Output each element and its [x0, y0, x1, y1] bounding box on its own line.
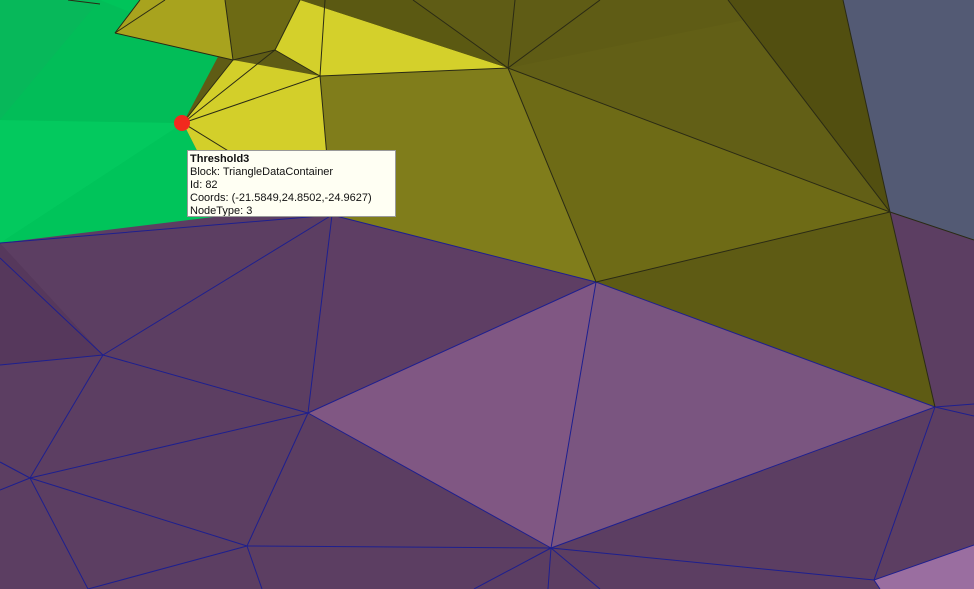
- tooltip-block-value: TriangleDataContainer: [222, 166, 334, 178]
- tooltip-coords-label: Coords: [190, 192, 226, 204]
- render-viewport[interactable]: Threshold3 Block: TriangleDataContainer …: [0, 0, 974, 589]
- tooltip-block-label: Block: [190, 166, 217, 178]
- tooltip-nodetype-label: NodeType: [190, 205, 241, 217]
- tooltip-coords-row: Coords: (-21.5849,24.8502,-24.9627): [190, 192, 372, 204]
- tooltip-coords-value: (-21.5849,24.8502,-24.9627): [231, 192, 372, 204]
- tooltip-title: Threshold3: [190, 153, 250, 165]
- tooltip-nodetype-row: NodeType: 3: [190, 205, 253, 217]
- point-info-tooltip: Threshold3 Block: TriangleDataContainer …: [187, 150, 396, 217]
- tooltip-block-row: Block: TriangleDataContainer: [190, 166, 334, 178]
- mesh-surface[interactable]: [0, 0, 974, 589]
- tooltip-id-label: Id: [190, 179, 200, 191]
- picked-point-marker[interactable]: [174, 115, 190, 131]
- tooltip-nodetype-value: 3: [246, 205, 253, 217]
- tooltip-id-value: 82: [205, 179, 218, 191]
- tooltip-id-row: Id: 82: [190, 179, 218, 191]
